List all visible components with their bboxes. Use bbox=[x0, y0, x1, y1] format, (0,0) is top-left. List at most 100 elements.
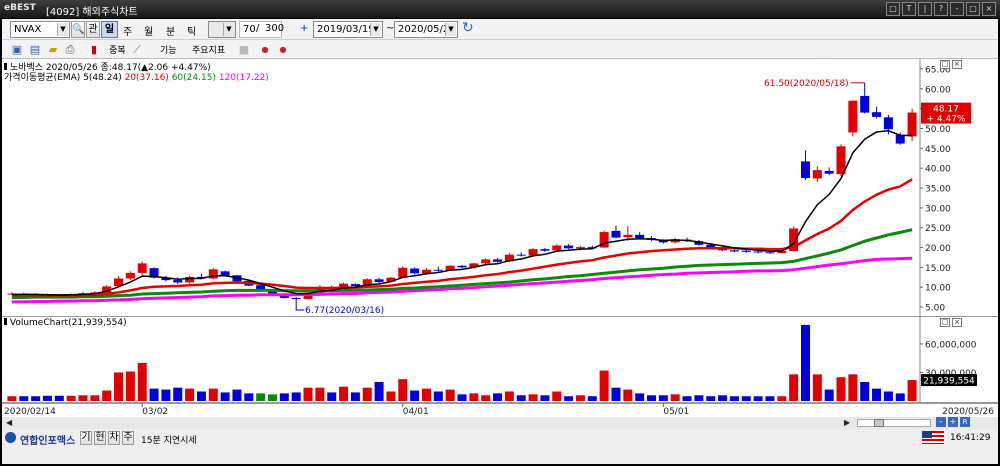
volume-bar[interactable] bbox=[398, 379, 408, 401]
candle[interactable] bbox=[611, 230, 621, 238]
candle[interactable] bbox=[860, 95, 870, 113]
volume-bar[interactable] bbox=[196, 391, 206, 401]
panel-restore-button[interactable]: □ bbox=[940, 318, 950, 327]
candle[interactable] bbox=[457, 265, 467, 268]
refresh-icon[interactable]: ↻ bbox=[462, 20, 474, 36]
tab-minute[interactable]: 분 bbox=[166, 23, 175, 38]
volume-bar[interactable] bbox=[753, 396, 763, 401]
volume-bar[interactable] bbox=[552, 391, 562, 401]
volume-bar[interactable] bbox=[433, 391, 443, 401]
status-tab-2[interactable]: 현 bbox=[94, 431, 106, 445]
data-icon[interactable]: ● bbox=[258, 43, 272, 56]
calendar-dropdown-icon[interactable]: ▼ bbox=[370, 23, 381, 36]
volume-bar[interactable] bbox=[220, 392, 230, 401]
volume-bar[interactable] bbox=[185, 388, 195, 401]
open-folder-icon[interactable]: ▰ bbox=[46, 43, 60, 56]
volume-bar[interactable] bbox=[516, 395, 526, 401]
candle[interactable] bbox=[552, 245, 562, 251]
volume-bar[interactable] bbox=[137, 362, 147, 401]
volume-bar[interactable] bbox=[777, 396, 787, 401]
volume-bar[interactable] bbox=[232, 389, 242, 401]
volume-bar[interactable] bbox=[279, 393, 289, 401]
volume-bar[interactable] bbox=[374, 381, 384, 401]
layout-icon[interactable]: ▣ bbox=[10, 43, 24, 56]
blank-icon[interactable]: ■ bbox=[237, 43, 251, 56]
trend-icon[interactable]: ⟋ bbox=[130, 43, 144, 56]
volume-bar[interactable] bbox=[647, 395, 657, 401]
volume-bar[interactable] bbox=[339, 386, 349, 401]
volume-bar[interactable] bbox=[149, 388, 159, 401]
volume-bar[interactable] bbox=[741, 396, 751, 401]
volume-bar[interactable] bbox=[718, 395, 728, 401]
candle[interactable] bbox=[137, 263, 147, 273]
volume-bar[interactable] bbox=[66, 395, 76, 401]
volume-bar[interactable] bbox=[469, 393, 479, 401]
volume-bar[interactable] bbox=[824, 389, 834, 401]
chart-code-button[interactable]: 관 bbox=[86, 21, 100, 38]
volume-bar[interactable] bbox=[7, 396, 17, 401]
volume-bar[interactable] bbox=[445, 389, 455, 401]
volume-bar[interactable] bbox=[729, 396, 739, 401]
split-icon[interactable]: ▤ bbox=[28, 43, 42, 56]
candle[interactable] bbox=[564, 245, 574, 249]
status-tab-4[interactable]: 주 bbox=[122, 431, 134, 445]
zoom-out-icon[interactable]: - bbox=[936, 417, 946, 427]
panel-restore-button[interactable]: □ bbox=[940, 60, 950, 69]
volume-bar[interactable] bbox=[173, 387, 183, 401]
volume-bar[interactable] bbox=[836, 377, 846, 401]
volume-bar[interactable] bbox=[102, 390, 112, 401]
price-chart-panel[interactable]: 65.0060.0055.0050.0045.0040.0035.0030.00… bbox=[2, 59, 998, 317]
volume-bar[interactable] bbox=[386, 391, 396, 401]
candle-type-icon[interactable]: ▮ bbox=[87, 43, 101, 56]
volume-bar[interactable] bbox=[42, 395, 52, 401]
symbol-input[interactable]: NVAX ▼ bbox=[10, 21, 70, 38]
candle[interactable] bbox=[291, 297, 301, 300]
volume-bar[interactable] bbox=[90, 395, 100, 401]
volume-bar[interactable] bbox=[848, 374, 858, 401]
candle[interactable] bbox=[635, 234, 645, 239]
volume-bar[interactable] bbox=[635, 393, 645, 401]
candle[interactable] bbox=[575, 247, 585, 249]
volume-bar[interactable] bbox=[504, 391, 514, 401]
start-date-input[interactable]: 2019/03/19 ▼ bbox=[313, 21, 383, 38]
volume-bar[interactable] bbox=[658, 395, 668, 401]
volume-bar[interactable] bbox=[350, 392, 360, 401]
volume-bar[interactable] bbox=[256, 393, 266, 401]
volume-bar[interactable] bbox=[564, 396, 574, 401]
chart-scrollbar[interactable]: ◀ ▶ - + R bbox=[2, 417, 998, 429]
print-icon[interactable]: ⎙ bbox=[63, 43, 77, 56]
volume-bar[interactable] bbox=[587, 396, 597, 401]
candle[interactable] bbox=[410, 268, 420, 274]
candle[interactable] bbox=[516, 254, 526, 256]
volume-bar[interactable] bbox=[362, 387, 372, 401]
volume-bar[interactable] bbox=[611, 387, 621, 401]
tab-day[interactable]: 일 bbox=[101, 21, 118, 38]
volume-bar[interactable] bbox=[31, 396, 41, 401]
tab-tick[interactable]: 틱 bbox=[187, 23, 196, 38]
volume-bar[interactable] bbox=[907, 380, 917, 401]
minimize-button[interactable]: - bbox=[950, 2, 964, 16]
restore-button[interactable]: □ bbox=[886, 2, 900, 16]
status-tab-3[interactable]: 차 bbox=[108, 431, 120, 445]
volume-bar[interactable] bbox=[528, 394, 538, 401]
volume-bar[interactable] bbox=[860, 381, 870, 401]
volume-bar[interactable] bbox=[19, 396, 29, 401]
volume-bar[interactable] bbox=[694, 395, 704, 401]
tab-month[interactable]: 월 bbox=[144, 23, 153, 38]
candle[interactable] bbox=[812, 170, 822, 179]
volume-bar[interactable] bbox=[421, 388, 431, 401]
chevron-down-icon[interactable]: ▼ bbox=[223, 23, 234, 36]
calendar-dropdown-icon[interactable]: ▼ bbox=[445, 23, 456, 36]
volume-bar[interactable] bbox=[54, 395, 64, 401]
candle[interactable] bbox=[623, 234, 633, 238]
volume-bar[interactable] bbox=[208, 388, 218, 401]
status-tab-1[interactable]: 기 bbox=[80, 431, 92, 445]
interval-select[interactable]: ▼ bbox=[208, 21, 236, 38]
volume-bar[interactable] bbox=[789, 374, 799, 401]
volume-bar[interactable] bbox=[315, 387, 325, 401]
volume-bar[interactable] bbox=[493, 393, 503, 401]
candle[interactable] bbox=[741, 250, 751, 252]
volume-bar[interactable] bbox=[481, 395, 491, 401]
candle[interactable] bbox=[350, 284, 360, 287]
pin-button[interactable]: | bbox=[918, 2, 932, 16]
